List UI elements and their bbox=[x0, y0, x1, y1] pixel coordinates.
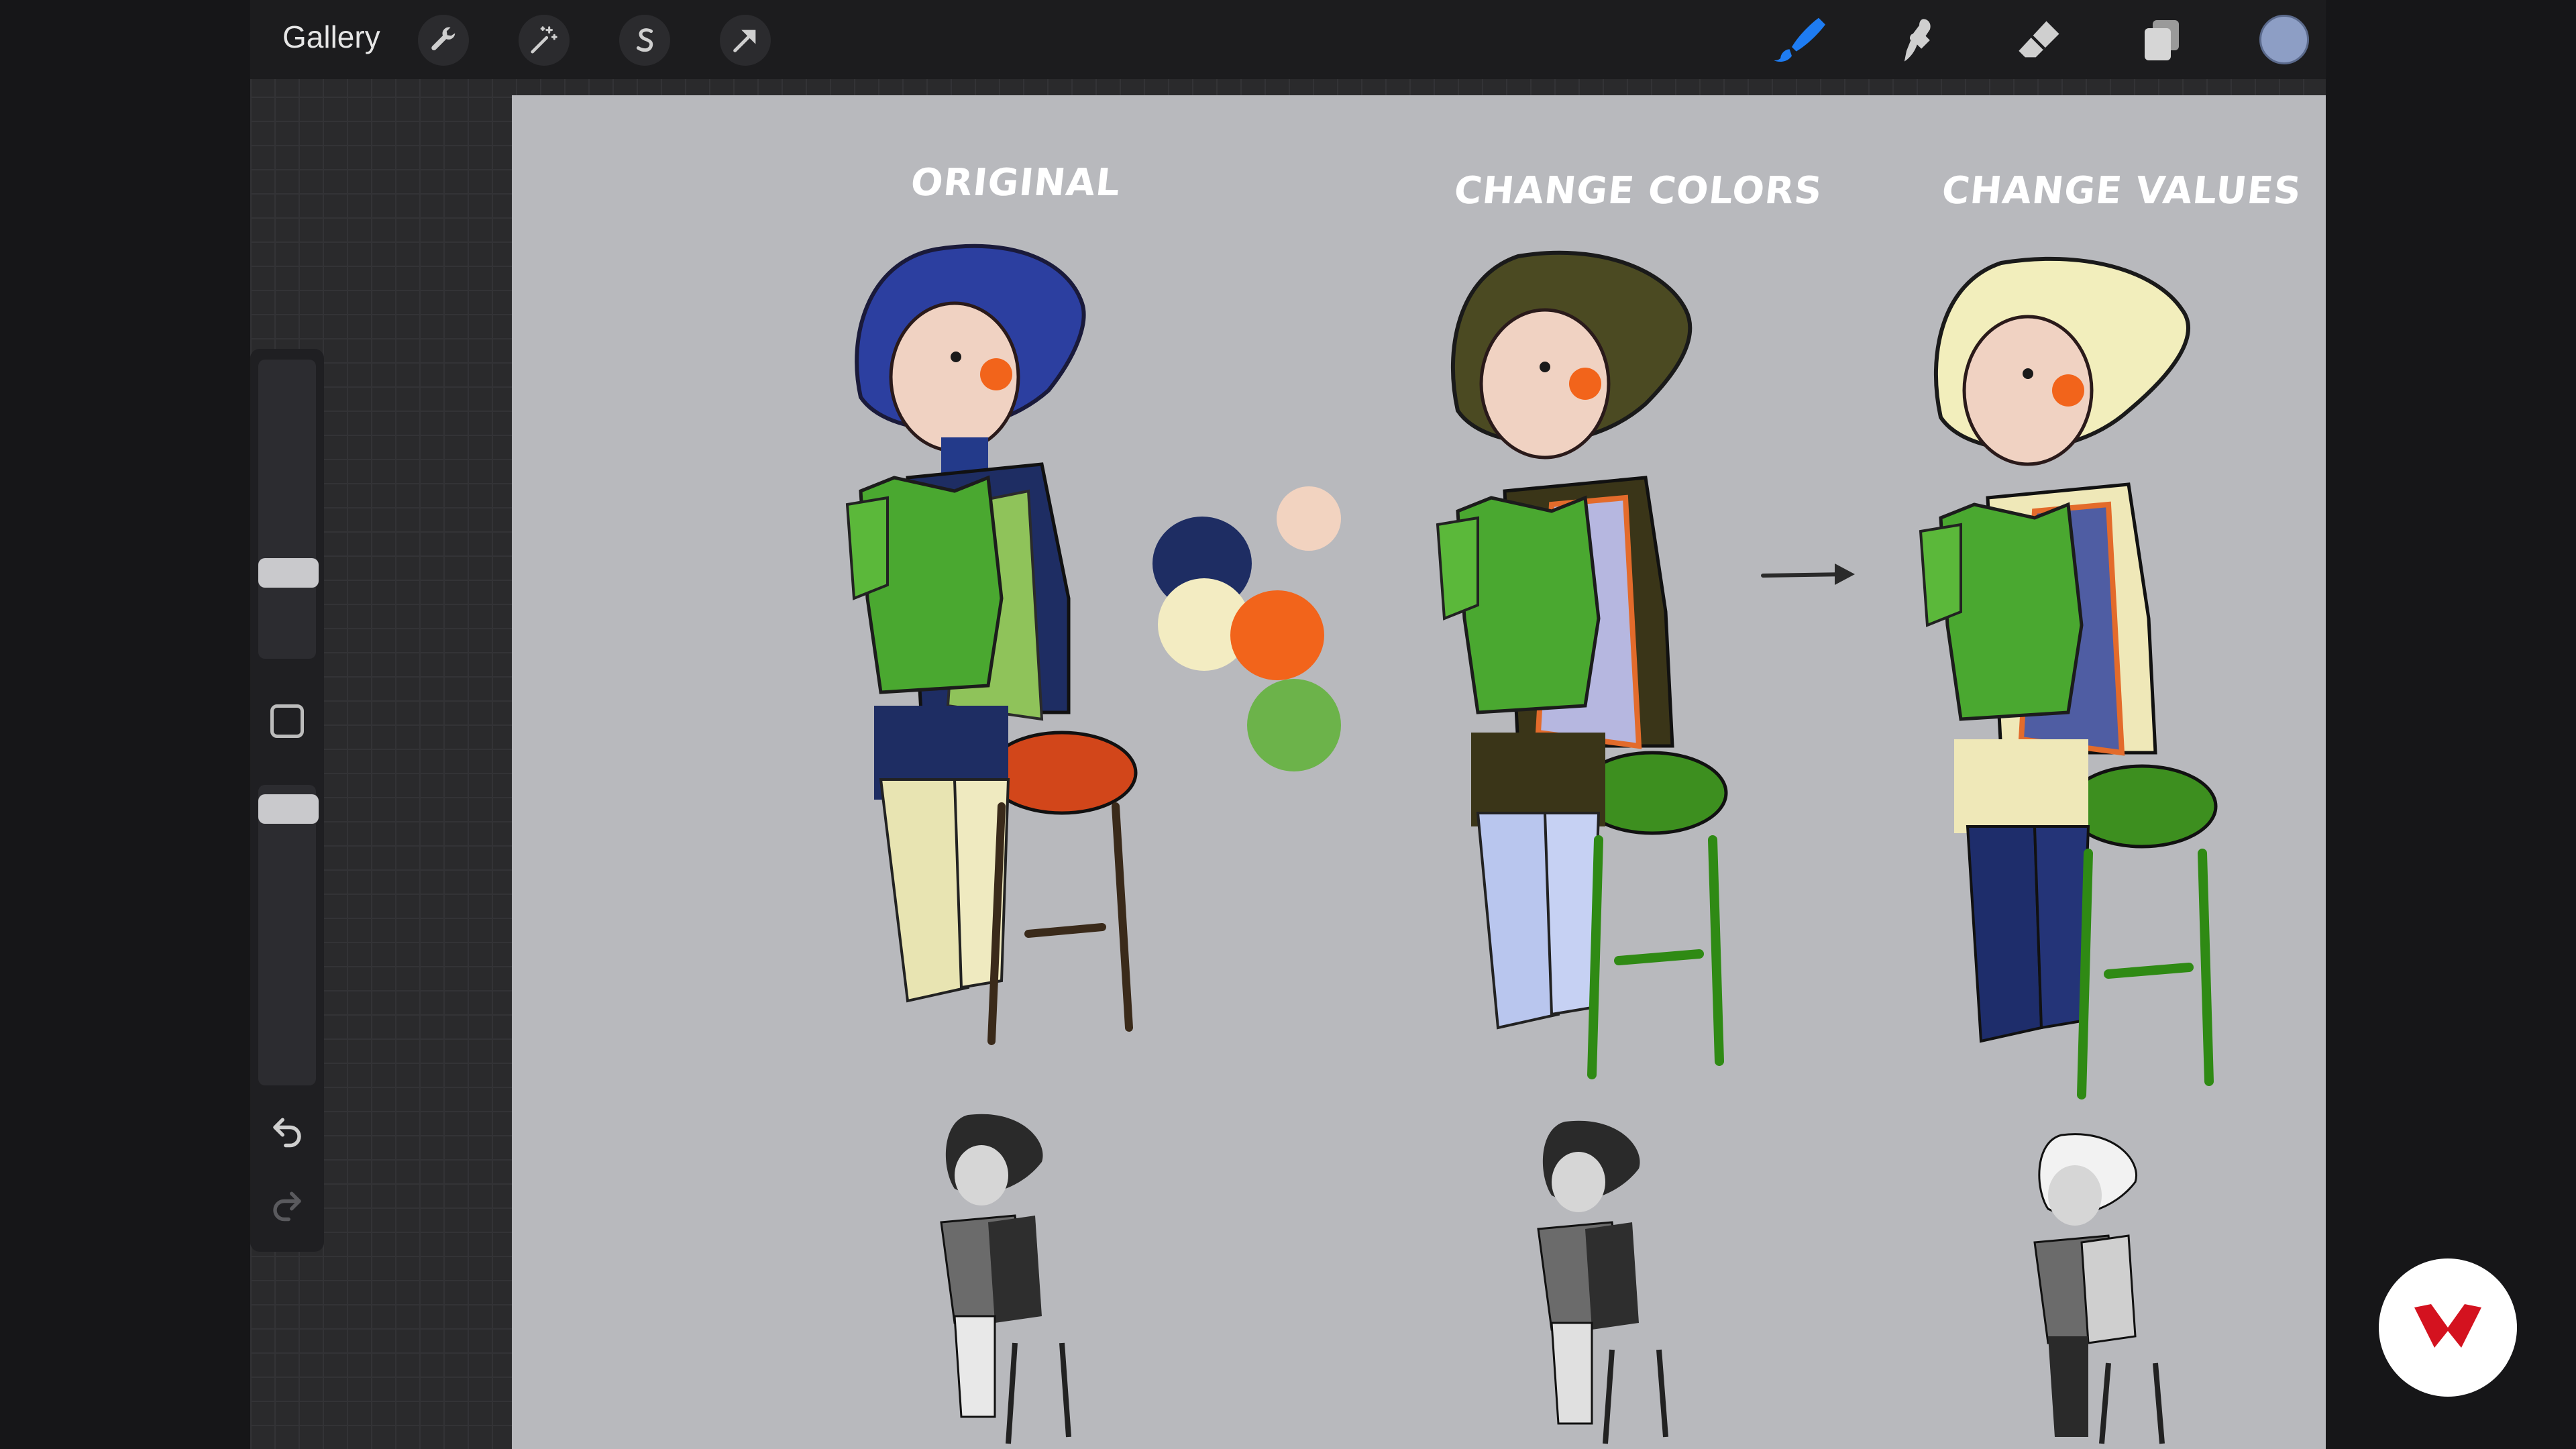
brush-icon bbox=[1774, 17, 1825, 62]
eraser-tool-button[interactable] bbox=[2012, 12, 2068, 68]
wrench-tool-button[interactable] bbox=[418, 15, 469, 66]
layers-tool-button[interactable] bbox=[2133, 12, 2189, 68]
undo-arrow-icon bbox=[273, 1118, 301, 1148]
label-change-values: CHANGE VALUES bbox=[1939, 169, 2304, 213]
transform-tool-button[interactable] bbox=[720, 15, 771, 66]
grayscale-change-values bbox=[2033, 1133, 2165, 1444]
top-toolbar: Gallery bbox=[250, 0, 2326, 79]
grayscale-change-colors bbox=[1537, 1120, 1668, 1444]
selection-tool-button[interactable] bbox=[619, 15, 670, 66]
smudge-tool-button[interactable] bbox=[1891, 12, 1947, 68]
grayscale-original bbox=[940, 1114, 1071, 1444]
color-swatch[interactable] bbox=[2259, 15, 2309, 64]
character-original bbox=[845, 244, 1138, 1045]
label-original: ORIGINAL bbox=[908, 161, 1123, 205]
opacity-slider[interactable] bbox=[258, 785, 316, 1085]
magic-wand-icon bbox=[531, 26, 557, 54]
brand-logo-icon bbox=[2414, 1304, 2481, 1348]
label-change-colors: CHANGE COLORS bbox=[1452, 169, 1825, 213]
character-change-values bbox=[1919, 256, 2218, 1099]
transform-arrow-icon bbox=[733, 30, 756, 52]
palette-dot-orange bbox=[1230, 590, 1324, 680]
procreate-app: Gallery ORIGINAL CHANGE COLORS CHANGE VA… bbox=[0, 0, 2576, 1449]
brush-tool-button[interactable] bbox=[1770, 12, 1827, 68]
adjustments-tool-button[interactable] bbox=[519, 15, 570, 66]
smudge-icon bbox=[1904, 19, 1931, 62]
left-sidebar bbox=[250, 349, 324, 1252]
brush-size-slider[interactable] bbox=[258, 360, 316, 659]
selection-s-icon bbox=[636, 28, 653, 52]
layers-icon bbox=[2145, 20, 2179, 60]
gallery-button[interactable]: Gallery bbox=[282, 19, 380, 55]
eraser-icon bbox=[2019, 21, 2059, 58]
modify-button[interactable] bbox=[270, 704, 304, 738]
drawing-canvas[interactable]: ORIGINAL CHANGE COLORS CHANGE VALUES bbox=[512, 95, 2326, 1449]
palette-dot-green bbox=[1247, 679, 1341, 771]
redo-button[interactable] bbox=[264, 1181, 311, 1228]
palette-dot-peach bbox=[1277, 486, 1341, 551]
character-change-colors bbox=[1436, 250, 1728, 1079]
brand-badge[interactable] bbox=[2379, 1258, 2517, 1397]
opacity-thumb[interactable] bbox=[258, 794, 319, 824]
brush-size-thumb[interactable] bbox=[258, 558, 319, 588]
redo-arrow-icon bbox=[273, 1191, 301, 1222]
undo-button[interactable] bbox=[264, 1107, 311, 1154]
wrench-icon bbox=[431, 27, 455, 51]
